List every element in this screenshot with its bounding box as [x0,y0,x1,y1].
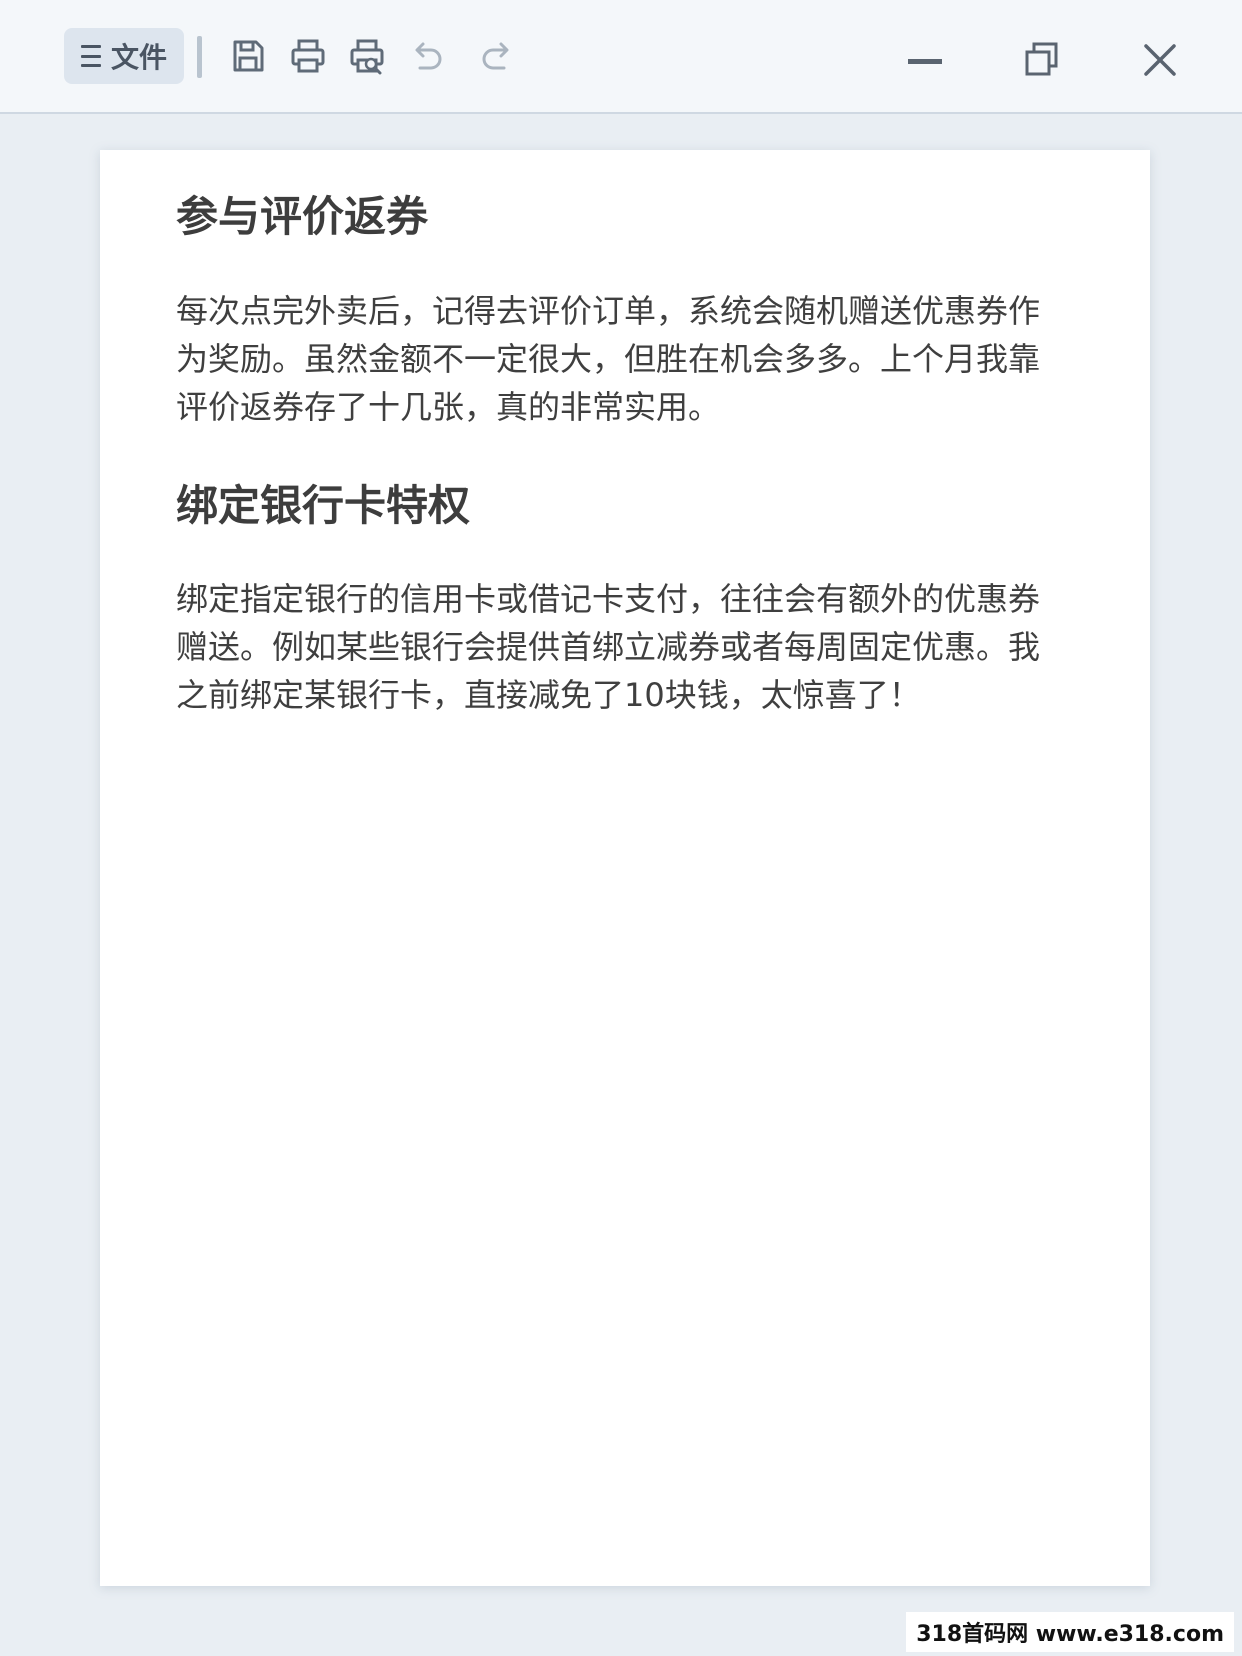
section-body: 每次点完外卖后，记得去评价订单，系统会随机赠送优惠券作为奖励。虽然金额不一定很大… [176,291,1041,426]
print-icon[interactable] [288,36,328,76]
section-title: 参与评价返券 [176,192,429,241]
redo-icon[interactable] [478,36,518,76]
section-body: 绑定指定银行的信用卡或借记卡支付，往往会有额外的优惠券赠送。例如某些银行会提供首… [176,580,1041,715]
toolbar-divider [197,36,202,78]
section-title: 绑定银行卡特权 [176,480,471,530]
document-page[interactable]: 参与评价返券 每次点完外卖后，记得去评价订单，系统会随机赠送优惠券作为奖励。虽然… [100,150,1150,1586]
undo-icon[interactable] [406,36,446,76]
menu-icon [80,45,101,67]
file-menu-button[interactable]: 文件 [64,28,184,84]
restore-icon[interactable] [1022,40,1062,80]
minimize-icon[interactable] [905,40,945,80]
print-preview-icon[interactable] [347,36,387,76]
file-menu-label: 文件 [110,41,167,74]
document-content: 参与评价返券 每次点完外卖后，记得去评价订单，系统会随机赠送优惠券作为奖励。虽然… [176,190,1066,719]
toolbar: 文件 [0,0,1242,114]
close-icon[interactable] [1140,40,1180,80]
watermark: 318首码网 www.e318.com [906,1612,1234,1652]
save-icon[interactable] [228,36,268,76]
app-window: 文件 参与评价返券 每次点完外卖后，记得去评价订单，系统会随机赠送优惠券作为奖励… [0,0,1242,1656]
